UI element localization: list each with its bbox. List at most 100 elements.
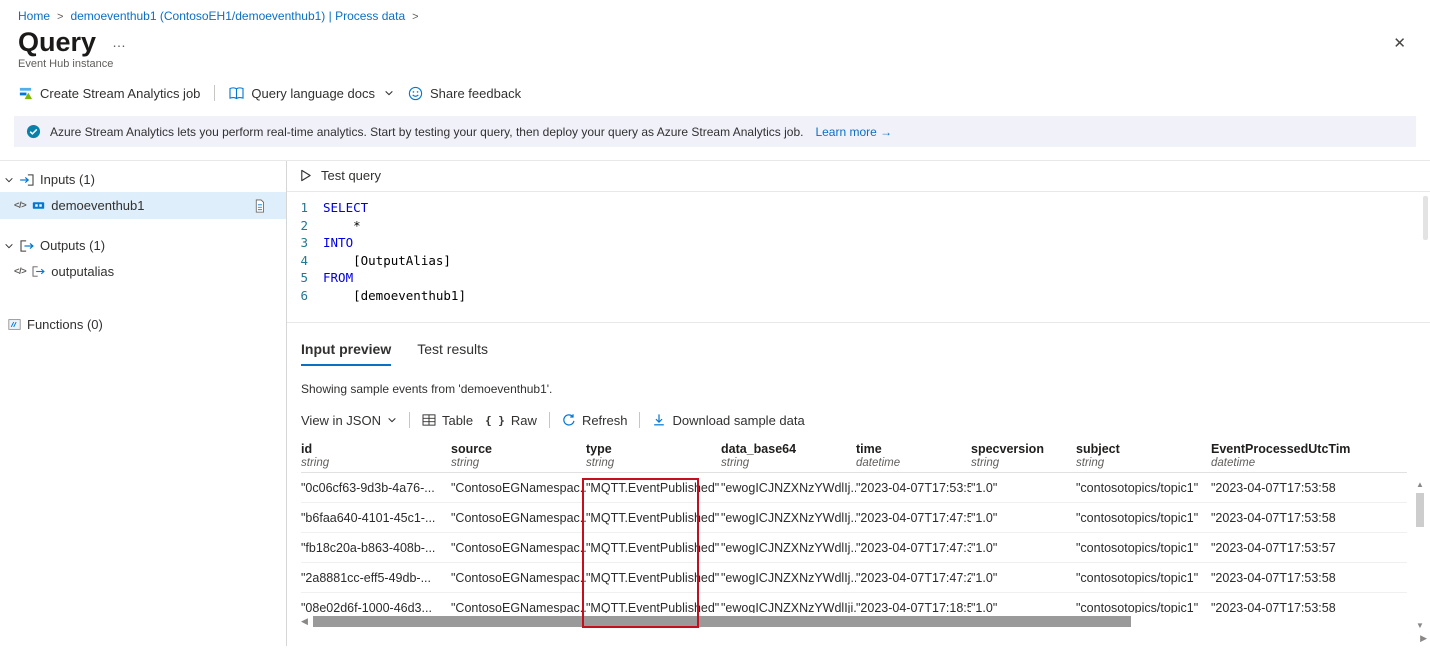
view-in-json-label: View in JSON (301, 413, 381, 428)
column-header-source: sourcestring (451, 442, 586, 469)
arrow-right-icon: → (880, 125, 892, 139)
line-number: 5 (287, 269, 308, 287)
chevron-down-icon (384, 88, 394, 98)
vertical-scroll-thumb[interactable] (1416, 493, 1424, 527)
outputs-section-header[interactable]: Outputs (1) (0, 235, 286, 256)
table-cell: "2023-04-07T17:47:51.... (856, 511, 971, 525)
share-feedback-button[interactable]: Share feedback (408, 86, 521, 101)
sample-events-text: Showing sample events from 'demoeventhub… (301, 382, 1430, 396)
close-icon[interactable]: ✕ (1393, 34, 1406, 52)
horizontal-scroll-thumb[interactable] (313, 616, 1131, 627)
tab-input-preview[interactable]: Input preview (301, 341, 391, 366)
breadcrumb-separator: > (412, 11, 418, 23)
scroll-left-icon[interactable]: ◀ (301, 616, 308, 627)
table-cell: "contosotopics/topic1" (1076, 481, 1211, 495)
line-number: 2 (287, 217, 308, 235)
code-line: * (323, 217, 466, 235)
page-header: Query … ✕ (0, 23, 1430, 58)
breadcrumb-separator: > (57, 11, 63, 23)
more-options-button[interactable]: … (112, 39, 126, 45)
table-cell: "ewogICJNZXNzYWdlIji... (721, 601, 856, 614)
table-cell: "MQTT.EventPublished" (586, 571, 721, 585)
docs-label: Query language docs (251, 86, 375, 101)
line-numbers: 123456 (287, 199, 323, 315)
table-cell: "ContosoEGNamespac... (451, 481, 586, 495)
column-type: string (1076, 457, 1201, 469)
refresh-button[interactable]: Refresh (562, 413, 628, 428)
column-name: EventProcessedUtcTim (1211, 442, 1397, 456)
outputs-icon (20, 240, 34, 252)
breadcrumb-home-link[interactable]: Home (18, 9, 50, 23)
editor-command-bar: Test query (287, 161, 1430, 192)
main-panel: Test query 123456 SELECT *INTO [OutputAl… (287, 161, 1430, 646)
query-language-docs-button[interactable]: Query language docs (229, 86, 394, 101)
document-icon[interactable] (253, 199, 266, 213)
stream-analytics-icon (18, 86, 33, 101)
view-in-json-dropdown[interactable]: View in JSON (301, 413, 397, 428)
table-cell: "ewogICJNZXNzYWdlIj... (721, 511, 856, 525)
tab-test-results[interactable]: Test results (417, 341, 488, 366)
event-hub-icon (32, 199, 45, 212)
download-sample-data-button[interactable]: Download sample data (652, 413, 804, 428)
column-header-subject: subjectstring (1076, 442, 1211, 469)
editor-scrollbar[interactable] (1423, 196, 1428, 240)
breadcrumb-process-data-link[interactable]: demoeventhub1 (ContosoEH1/demoeventhub1)… (70, 9, 405, 23)
chevron-down-icon (387, 415, 397, 425)
table-cell: "contosotopics/topic1" (1076, 511, 1211, 525)
create-stream-analytics-job-button[interactable]: Create Stream Analytics job (18, 86, 200, 101)
table-header-row: idstringsourcestringtypestringdata_base6… (301, 442, 1407, 473)
table-cell: "ContosoEGNamespac... (451, 571, 586, 585)
table-cell: "contosotopics/topic1" (1076, 601, 1211, 614)
table-cell: "2023-04-07T17:18:57... (856, 601, 971, 614)
table-row: "08e02d6f-1000-46d3..."ContosoEGNamespac… (301, 593, 1407, 613)
preview-section: Input preview Test results Showing sampl… (287, 323, 1430, 628)
smiley-icon (408, 86, 423, 101)
feedback-label: Share feedback (430, 86, 521, 101)
column-header-time: timedatetime (856, 442, 971, 469)
sidebar-item-demoeventhub1[interactable]: </> demoeventhub1 (0, 192, 286, 219)
table-view-button[interactable]: Table (422, 413, 473, 428)
table-vertical-scrollbar[interactable]: ▲ ▼ (1413, 480, 1427, 630)
table-cell: "2023-04-07T17:53:58 (1211, 481, 1407, 495)
functions-section-header[interactable]: Functions (0) (0, 317, 286, 332)
column-header-EventProcessedUtcTim: EventProcessedUtcTimdatetime (1211, 442, 1407, 469)
table-cell: "2023-04-07T17:53:50.... (856, 481, 971, 495)
code-lines: SELECT *INTO [OutputAlias]FROM [demoeven… (323, 199, 466, 315)
table-cell: "MQTT.EventPublished" (586, 511, 721, 525)
column-type: string (451, 457, 576, 469)
create-job-label: Create Stream Analytics job (40, 86, 200, 101)
table-cell: "MQTT.EventPublished" (586, 541, 721, 555)
learn-more-link[interactable]: Learn more → (815, 125, 892, 139)
raw-view-button[interactable]: { } Raw (485, 413, 537, 428)
table-cell: "2023-04-07T17:53:57 (1211, 541, 1407, 555)
column-name: data_base64 (721, 442, 846, 456)
table-cell: "1.0" (971, 601, 1076, 614)
column-header-type: typestring (586, 442, 721, 469)
column-header-id: idstring (301, 442, 451, 469)
column-name: id (301, 442, 441, 456)
code-line: FROM (323, 269, 466, 287)
chevron-down-icon (4, 175, 14, 185)
table-icon (422, 414, 436, 426)
column-type: datetime (856, 457, 961, 469)
inputs-section-header[interactable]: Inputs (1) (0, 169, 286, 190)
table-cell: "ewogICJNZXNzYWdlIj... (721, 481, 856, 495)
sidebar-item-outputalias[interactable]: </> outputalias (0, 258, 286, 285)
play-icon (299, 169, 312, 182)
info-banner: Azure Stream Analytics lets you perform … (14, 116, 1416, 147)
scroll-right-icon[interactable]: ▶ (1420, 633, 1427, 644)
column-type: string (971, 457, 1066, 469)
test-query-button[interactable]: Test query (299, 168, 381, 183)
query-editor[interactable]: 123456 SELECT *INTO [OutputAlias]FROM [d… (287, 192, 1430, 323)
download-icon (652, 413, 666, 427)
table-body: "0c06cf63-9d3b-4a76-..."ContosoEGNamespa… (301, 473, 1407, 613)
table-horizontal-scrollbar[interactable]: ◀ (301, 615, 1407, 628)
line-number: 1 (287, 199, 308, 217)
scroll-up-icon[interactable]: ▲ (1416, 480, 1424, 489)
check-circle-icon (26, 124, 41, 139)
column-name: source (451, 442, 576, 456)
preview-toolbar: View in JSON Table { } Raw Refresh (301, 412, 1430, 428)
chevron-down-icon (4, 241, 14, 251)
scroll-down-icon[interactable]: ▼ (1416, 621, 1424, 630)
outputs-section-label: Outputs (1) (40, 238, 105, 253)
